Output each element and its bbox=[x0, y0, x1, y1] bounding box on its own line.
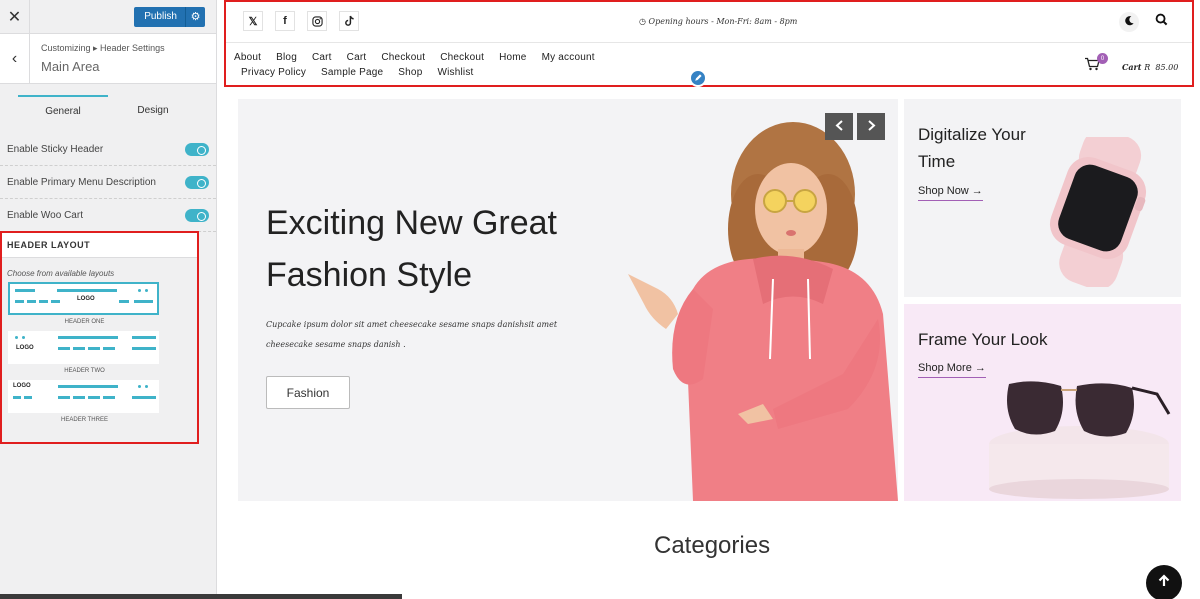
primary-menu-row-1: About Blog Cart Cart Checkout Checkout H… bbox=[234, 52, 610, 63]
hero-slider: Exciting New Great Fashion Style Cupcake… bbox=[238, 99, 898, 501]
customizer-header: ✕ Publish ⚙ bbox=[0, 0, 216, 34]
menu-item-home[interactable]: Home bbox=[499, 52, 526, 63]
customizer-sidebar: ✕ Publish ⚙ ‹ Customizing ▸ Header Setti… bbox=[0, 0, 217, 599]
search-button[interactable] bbox=[1151, 12, 1171, 32]
slider-prev-button[interactable] bbox=[825, 113, 853, 140]
breadcrumb: Customizing ▸ Header Settings bbox=[41, 43, 165, 53]
dark-mode-toggle[interactable] bbox=[1119, 12, 1139, 32]
menu-item-checkout[interactable]: Checkout bbox=[381, 52, 425, 63]
arrow-up-icon bbox=[1157, 573, 1171, 593]
cart-total: Cart R 85.00 bbox=[1122, 62, 1178, 72]
sticky-header-toggle[interactable] bbox=[185, 142, 209, 156]
shop-more-link[interactable]: Shop More → bbox=[918, 362, 986, 378]
sunglasses-image bbox=[989, 381, 1171, 499]
promo-card-watch: Digitalize Your Time Shop Now → bbox=[904, 99, 1181, 297]
layout-logo: LOGO bbox=[13, 383, 31, 389]
sidebar-footer-bar bbox=[0, 594, 402, 599]
opening-hours-text: Opening hours - Mon-Fri: 8am - 8pm bbox=[648, 17, 798, 26]
edit-shortcut-button[interactable] bbox=[689, 69, 707, 87]
primary-menu-row-2: Privacy Policy Sample Page Shop Wishlist bbox=[241, 67, 489, 78]
smartwatch-image bbox=[1049, 137, 1147, 287]
gear-icon: ⚙ bbox=[190, 11, 201, 23]
menu-item-cart[interactable]: Cart bbox=[347, 52, 367, 63]
menu-item-checkout[interactable]: Checkout bbox=[440, 52, 484, 63]
tab-design[interactable]: Design bbox=[108, 95, 198, 125]
menu-item-privacy-policy[interactable]: Privacy Policy bbox=[241, 67, 306, 78]
tab-general[interactable]: General bbox=[18, 95, 108, 125]
section-title: Main Area bbox=[41, 59, 100, 74]
cart-amount: R 85.00 bbox=[1144, 62, 1179, 72]
cart-label: Cart bbox=[1122, 61, 1142, 72]
header-top-bar: 𝕏 f ◷ Opening hours - Mon-Fri: 8am - 8pm bbox=[226, 2, 1192, 43]
shop-now-link[interactable]: Shop Now → bbox=[918, 185, 983, 201]
layout-option-label: HEADER ONE bbox=[64, 319, 105, 325]
site-preview: 𝕏 f ◷ Opening hours - Mon-Fri: 8am - 8pm bbox=[217, 0, 1200, 599]
toggle-list: Enable Sticky Header Enable Primary Menu… bbox=[0, 133, 216, 232]
pencil-icon bbox=[694, 69, 702, 87]
layout-logo: LOGO bbox=[77, 296, 95, 302]
hero-model-image bbox=[628, 122, 898, 501]
scroll-to-top-button[interactable] bbox=[1146, 565, 1182, 599]
opening-hours: ◷ Opening hours - Mon-Fri: 8am - 8pm bbox=[639, 17, 797, 26]
hero-text: Cupcake ipsum dolor sit amet cheesecake … bbox=[266, 320, 558, 349]
toggle-row-sticky-header: Enable Sticky Header bbox=[0, 133, 216, 166]
chevron-left-icon bbox=[835, 118, 844, 136]
menu-item-shop[interactable]: Shop bbox=[398, 67, 422, 78]
facebook-icon[interactable]: f bbox=[275, 11, 295, 31]
publish-button[interactable]: Publish bbox=[134, 6, 185, 27]
menu-description-toggle[interactable] bbox=[185, 175, 209, 189]
layout-option-label: HEADER THREE bbox=[61, 417, 108, 423]
menu-item-cart[interactable]: Cart bbox=[312, 52, 332, 63]
toggle-row-woo-cart: Enable Woo Cart bbox=[0, 199, 216, 232]
section-breadcrumb-bar: ‹ Customizing ▸ Header Settings Main Are… bbox=[0, 33, 216, 84]
header-layout-heading: HEADER LAYOUT bbox=[2, 233, 197, 258]
hero-fashion-button[interactable]: Fashion bbox=[266, 376, 350, 409]
toggle-label: Enable Primary Menu Description bbox=[7, 176, 156, 188]
publish-settings-button[interactable]: ⚙ bbox=[185, 6, 205, 27]
toggle-label: Enable Woo Cart bbox=[7, 209, 83, 221]
tiktok-icon[interactable] bbox=[339, 11, 359, 31]
hero-title: Exciting New Great Fashion Style bbox=[266, 204, 557, 294]
promo-title: Digitalize Your Time bbox=[918, 125, 1026, 171]
promo-title: Frame Your Look bbox=[918, 330, 1048, 349]
x-icon[interactable]: 𝕏 bbox=[243, 11, 263, 31]
layout-option-header-two[interactable]: LOGO bbox=[8, 331, 159, 364]
menu-item-wishlist[interactable]: Wishlist bbox=[437, 67, 473, 78]
header-layout-hint: Choose from available layouts bbox=[7, 269, 115, 278]
layout-option-label: HEADER TWO bbox=[64, 368, 105, 374]
header-layout-section: HEADER LAYOUT Choose from available layo… bbox=[0, 231, 199, 444]
categories-heading: Categories bbox=[654, 532, 771, 559]
promo-card-sunglasses: Frame Your Look Shop More → bbox=[904, 304, 1181, 501]
menu-item-about[interactable]: About bbox=[234, 52, 261, 63]
publish-group: Publish ⚙ bbox=[134, 6, 205, 27]
layout-option-header-one[interactable]: LOGO bbox=[8, 282, 159, 315]
close-customizer-button[interactable]: ✕ bbox=[0, 0, 30, 34]
clock-icon: ◷ bbox=[639, 17, 646, 26]
search-icon bbox=[1155, 13, 1168, 31]
site-header: 𝕏 f ◷ Opening hours - Mon-Fri: 8am - 8pm bbox=[224, 0, 1194, 87]
toggle-label: Enable Sticky Header bbox=[7, 143, 104, 155]
layout-logo: LOGO bbox=[16, 345, 34, 351]
menu-item-my-account[interactable]: My account bbox=[542, 52, 595, 63]
back-button[interactable]: ‹ bbox=[0, 33, 30, 84]
header-cart[interactable]: 0 Cart R 85.00 bbox=[1084, 53, 1178, 76]
moon-icon bbox=[1124, 13, 1135, 31]
woo-cart-toggle[interactable] bbox=[185, 208, 209, 222]
slider-next-button[interactable] bbox=[857, 113, 885, 140]
menu-item-sample-page[interactable]: Sample Page bbox=[321, 67, 383, 78]
instagram-icon[interactable] bbox=[307, 11, 327, 31]
close-icon: ✕ bbox=[7, 8, 22, 26]
cart-count-badge: 0 bbox=[1097, 53, 1108, 64]
menu-item-blog[interactable]: Blog bbox=[276, 52, 297, 63]
settings-tabs: General Design bbox=[0, 95, 216, 125]
customizer-app: ✕ Publish ⚙ ‹ Customizing ▸ Header Setti… bbox=[0, 0, 1200, 599]
layout-option-header-three[interactable]: LOGO bbox=[8, 380, 159, 413]
chevron-left-icon: ‹ bbox=[11, 49, 18, 67]
chevron-right-icon bbox=[867, 118, 876, 136]
toggle-row-menu-description: Enable Primary Menu Description bbox=[0, 166, 216, 199]
